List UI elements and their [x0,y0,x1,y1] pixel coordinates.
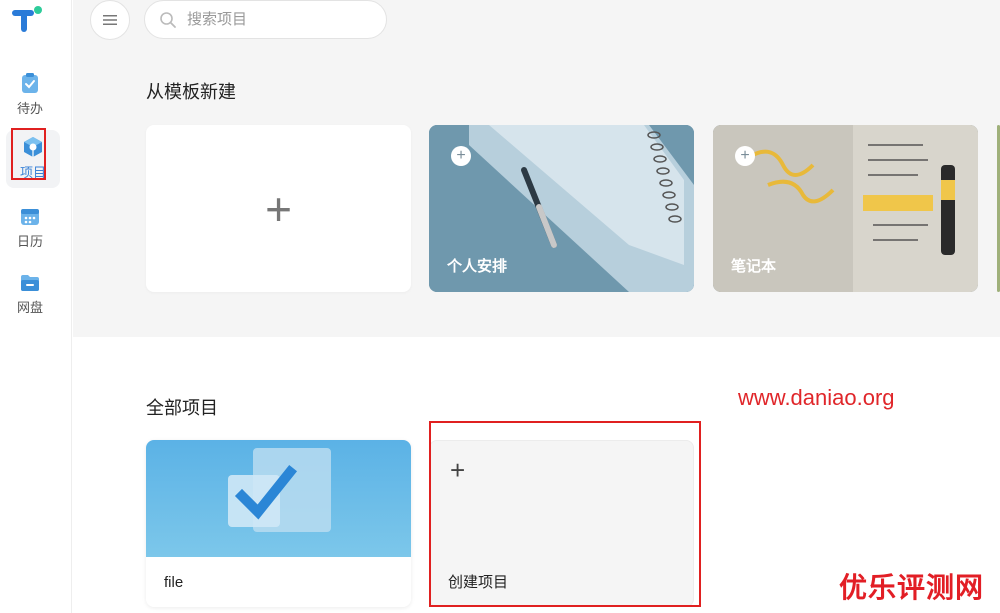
sidebar-item-label: 日历 [16,234,43,249]
template-card-personal[interactable]: + 个人安排 [429,125,694,292]
watermark-url: www.daniao.org [738,385,895,410]
project-banner [146,440,411,557]
sidebar-item-label: 网盘 [16,300,43,315]
search-icon [160,11,176,28]
sidebar: 待办 项目 日历 网盘 [0,0,72,613]
hamburger-icon [103,15,117,25]
search-box[interactable] [144,0,387,39]
checkbox-icon [228,448,331,532]
template-label: 笔记本 [731,258,777,275]
template-label: 个人安排 [447,258,508,275]
sidebar-item-label: 待办 [16,101,43,116]
templates-section: 从模板新建 + + 个人安排 [73,0,1000,337]
plus-icon: + [265,182,292,235]
projects-title: 全部项目 [146,398,218,418]
create-project-button[interactable]: + 创建项目 [429,440,694,607]
project-name: file [164,574,184,591]
add-template-icon[interactable]: + [735,146,755,166]
watermark-brand: 优乐评测网 [839,572,985,603]
project-card-file[interactable]: file [146,440,411,607]
plus-icon: + [450,455,466,485]
sidebar-item-label: 项目 [19,165,46,180]
sidebar-item-drive[interactable]: 网盘 [0,265,60,323]
template-card-notebook[interactable]: + 笔记本 [713,125,978,292]
sidebar-item-todo[interactable]: 待办 [0,66,60,124]
search-input[interactable] [187,11,367,28]
template-card-blank[interactable]: + [146,125,411,292]
sidebar-item-calendar[interactable]: 日历 [0,199,60,257]
clipboard-check-icon [22,73,38,93]
main-content: 从模板新建 + + 个人安排 [73,0,1000,613]
cube-icon [24,137,42,157]
sidebar-item-projects[interactable]: 项目 [6,130,60,188]
add-template-icon[interactable]: + [451,146,471,166]
create-project-label: 创建项目 [448,574,509,591]
app-logo-icon[interactable] [10,4,44,34]
templates-title: 从模板新建 [146,82,236,102]
folder-icon [21,275,39,291]
menu-button[interactable] [90,0,130,40]
calendar-icon [21,209,39,225]
